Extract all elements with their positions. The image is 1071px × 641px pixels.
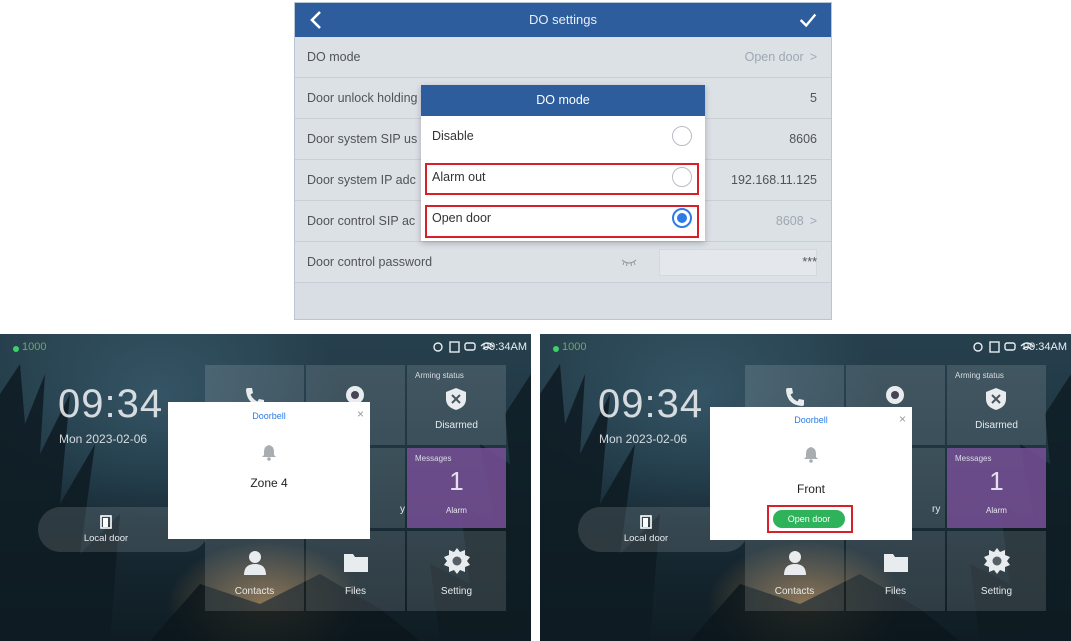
- partial-label: ry: [932, 504, 941, 515]
- door-name: Front: [796, 482, 825, 496]
- popup-title: Doorbell: [252, 411, 286, 421]
- files-label: Files: [344, 586, 367, 597]
- gear-icon: [444, 548, 470, 574]
- contacts-label: Contacts: [234, 586, 275, 597]
- status-extension: 1000: [562, 341, 587, 353]
- status-extension: 1000: [22, 341, 47, 353]
- tile-contacts[interactable]: Contacts: [745, 531, 844, 611]
- close-icon[interactable]: ×: [357, 407, 364, 421]
- alarm-label: Alarm: [446, 506, 467, 515]
- device-screen-right: 1000 09:34AM 09:34 Mon 2023-02-06 Local …: [540, 334, 1071, 641]
- popup-title: Doorbell: [794, 415, 828, 425]
- clock: 09:34: [598, 382, 704, 426]
- door-icon: [640, 515, 652, 529]
- option-label: Disable: [432, 129, 474, 143]
- files-label: Files: [884, 586, 907, 597]
- setting-label: Setting: [440, 586, 473, 597]
- disarmed-label: Disarmed: [975, 420, 1018, 431]
- status-time: 09:34AM: [482, 341, 527, 353]
- status-time: 09:34AM: [1022, 341, 1067, 353]
- device-screen-left: 1000 09:34AM 09:34 Mon 2023-02-06 Local …: [0, 334, 531, 641]
- doorbell-popup: Doorbell × Zone 4: [168, 402, 370, 539]
- online-dot: [13, 346, 19, 352]
- local-door-label: Local door: [83, 533, 129, 544]
- messages-count: 1: [449, 466, 464, 496]
- door-icon: [100, 515, 112, 529]
- radio-button[interactable]: [672, 126, 692, 146]
- gear-icon: [984, 548, 1010, 574]
- folder-icon: [344, 554, 368, 572]
- contacts-icon: [784, 551, 806, 575]
- tile-files[interactable]: Files: [306, 531, 405, 611]
- phone-icon: [786, 388, 804, 406]
- messages-count: 1: [989, 466, 1004, 496]
- date: Mon 2023-02-06: [59, 432, 148, 446]
- setting-label: Setting: [980, 586, 1013, 597]
- close-icon[interactable]: ×: [899, 412, 906, 426]
- messages-tag: Messages: [955, 454, 992, 463]
- tile-messages[interactable]: Messages 1 Alarm: [947, 448, 1046, 528]
- tile-messages[interactable]: Messages 1 Alarm: [407, 448, 506, 528]
- settings-title: DO settings: [529, 12, 597, 27]
- do-mode-dialog: DO mode Disable Alarm out Open door: [421, 85, 705, 241]
- highlight-box: [425, 163, 699, 195]
- tile-files[interactable]: Files: [846, 531, 945, 611]
- local-door-label: Local door: [623, 533, 669, 544]
- folder-icon: [884, 554, 908, 572]
- arming-status-tag: Arming status: [955, 371, 1004, 380]
- clock: 09:34: [58, 382, 164, 426]
- bell-icon: [804, 447, 818, 463]
- tile-arming[interactable]: Arming status Disarmed: [407, 365, 506, 445]
- messages-tag: Messages: [415, 454, 452, 463]
- date: Mon 2023-02-06: [599, 432, 688, 446]
- tile-setting[interactable]: Setting: [947, 531, 1046, 611]
- settings-header: DO settings: [295, 3, 831, 37]
- bell-icon: [262, 445, 276, 461]
- highlight-box: [425, 205, 699, 238]
- option-disable[interactable]: Disable: [421, 116, 705, 157]
- tile-setting[interactable]: Setting: [407, 531, 506, 611]
- dialog-title: DO mode: [421, 85, 705, 116]
- arming-status-tag: Arming status: [415, 371, 464, 380]
- doorbell-popup: Doorbell × Front Open door: [710, 407, 912, 540]
- zone-name: Zone 4: [250, 476, 288, 490]
- do-settings-panel: DO settings DO mode Open door > Door unlo…: [294, 2, 832, 320]
- online-dot: [553, 346, 559, 352]
- contacts-label: Contacts: [774, 586, 815, 597]
- alarm-label: Alarm: [986, 506, 1007, 515]
- check-icon[interactable]: [797, 9, 819, 31]
- shield-x-icon: [446, 388, 466, 410]
- highlight-box: [767, 505, 853, 533]
- tile-contacts[interactable]: Contacts: [205, 531, 304, 611]
- shield-x-icon: [986, 388, 1006, 410]
- contacts-icon: [244, 551, 266, 575]
- tile-arming[interactable]: Arming status Disarmed: [947, 365, 1046, 445]
- camera-icon: [886, 386, 904, 404]
- disarmed-label: Disarmed: [435, 420, 478, 431]
